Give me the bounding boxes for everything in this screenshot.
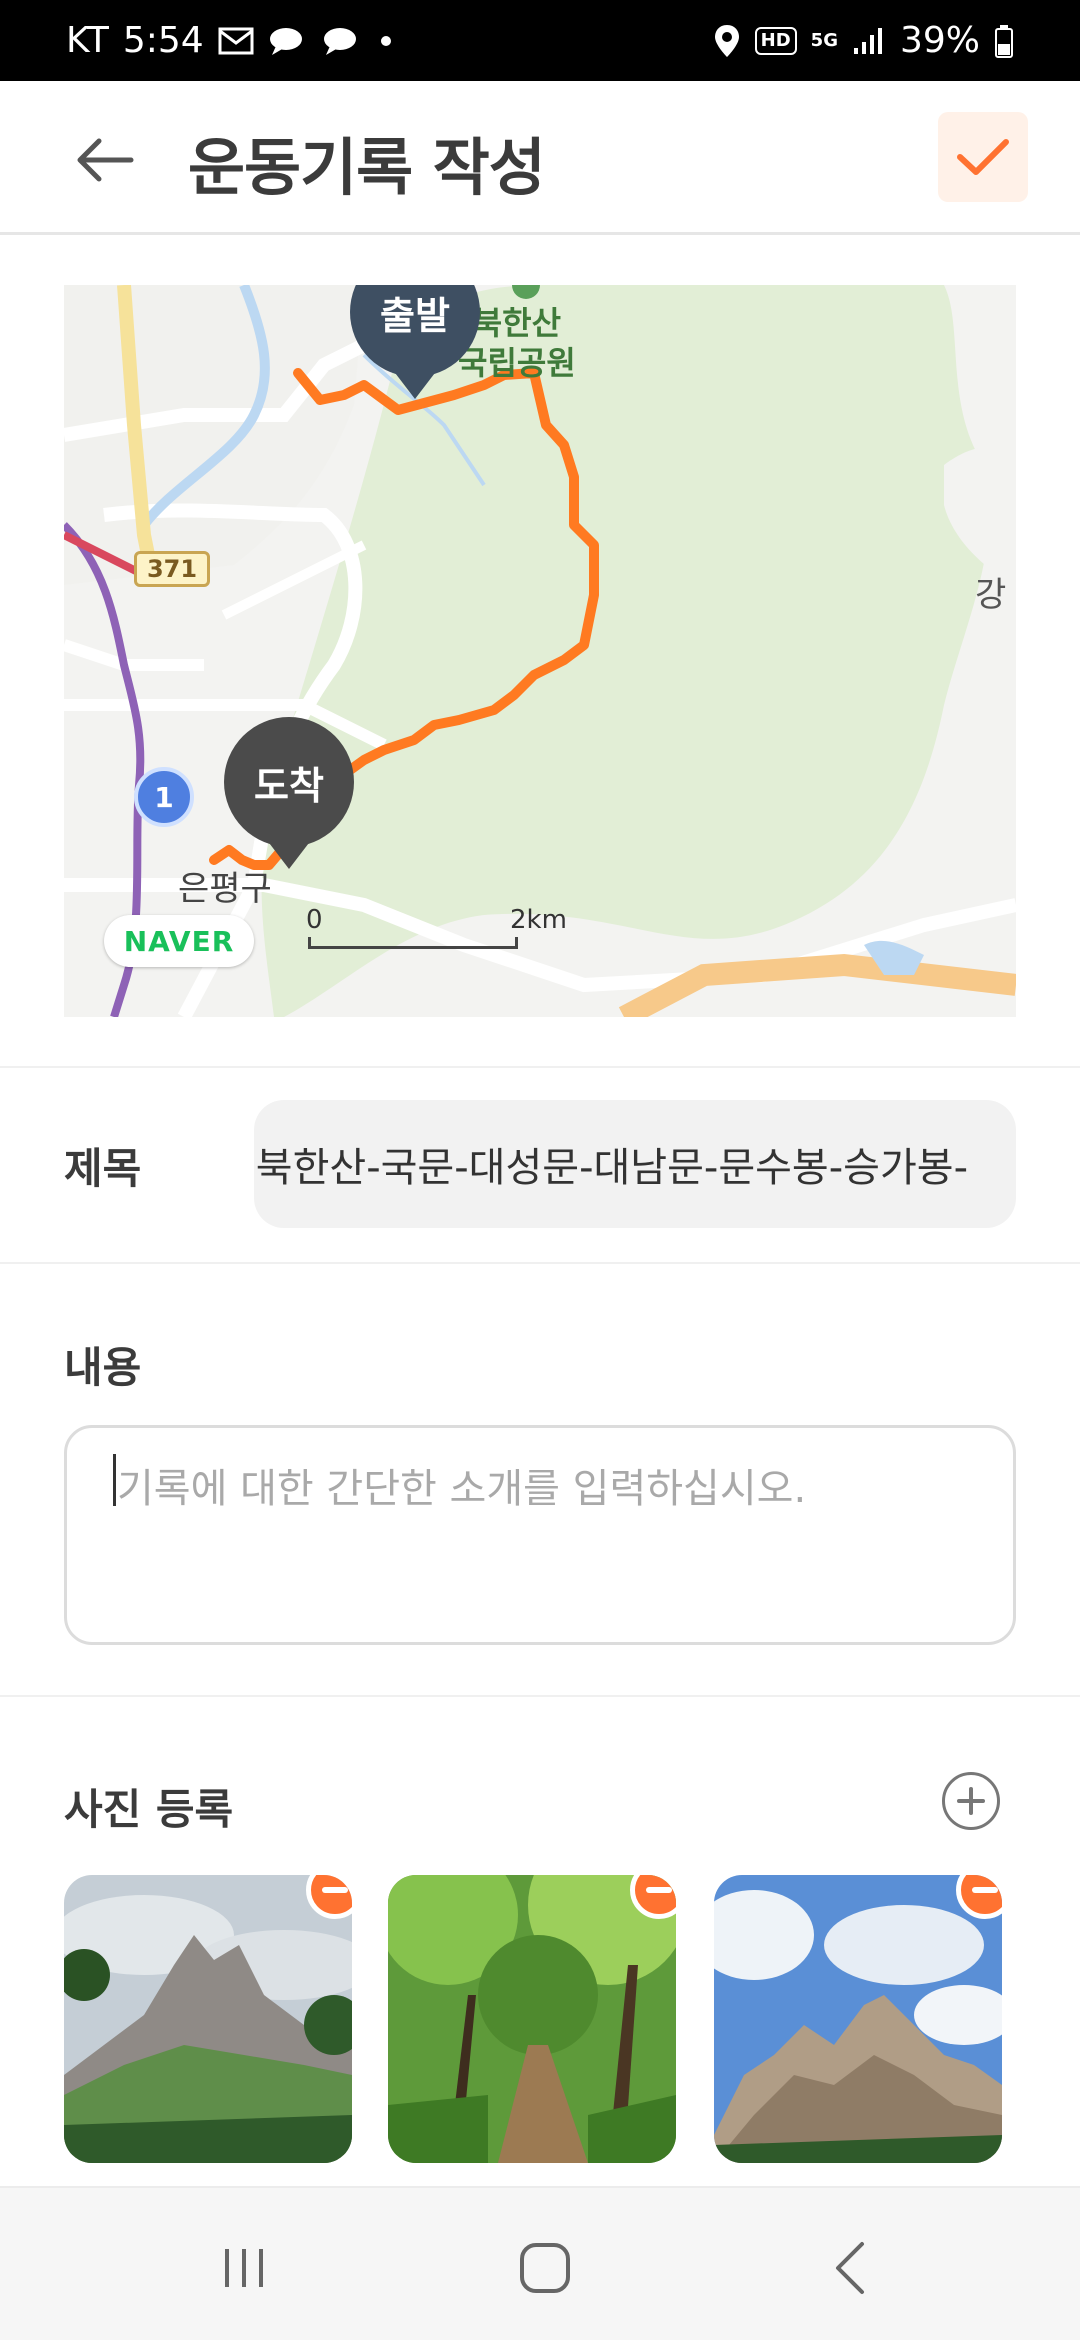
minus-icon — [972, 1887, 998, 1893]
naver-logo: NAVER — [104, 915, 254, 967]
mail-icon — [218, 27, 254, 55]
home-icon — [520, 2243, 570, 2293]
forest-trail-photo[interactable] — [388, 1875, 676, 2163]
carrier: KT — [66, 20, 109, 61]
text-cursor — [113, 1454, 116, 1506]
road-sign-371: 371 — [134, 551, 210, 587]
chat-bubble-icon — [268, 26, 308, 56]
divider — [0, 1695, 1080, 1697]
checkmark-icon — [957, 139, 1009, 175]
back-icon — [836, 2242, 864, 2294]
content-textarea[interactable]: 기록에 대한 간단한 소개를 입력하십시오. — [64, 1425, 1016, 1645]
arrow-left-icon — [77, 138, 134, 182]
map-scale: 0 2km — [306, 905, 567, 957]
title-input[interactable]: 북한산-국문-대성문-대남문-문수봉-승가봉- — [254, 1100, 1016, 1228]
plus-icon — [957, 1787, 985, 1815]
photos-label: 사진 등록 — [64, 1785, 234, 1834]
title-label: 제목 — [64, 1144, 142, 1193]
status-bar: KT 5:54 HD 5G 39% — [0, 0, 1080, 81]
battery-icon — [994, 24, 1014, 58]
mountain-peak-photo[interactable] — [64, 1875, 352, 2163]
title-input-value: 북한산-국문-대성문-대남문-문수봉-승가봉- — [255, 1145, 968, 1191]
rock-cliff-photo[interactable] — [714, 1875, 1002, 2163]
recent-apps-icon — [225, 2249, 263, 2287]
add-photo-button[interactable] — [942, 1772, 1000, 1830]
signal-icon — [852, 26, 886, 56]
end-marker[interactable]: 도착 — [224, 717, 354, 847]
district-label: 은평구 — [178, 869, 272, 909]
chat-bubble-icon — [322, 26, 362, 56]
content-label: 내용 — [64, 1343, 142, 1392]
road-sign-1: 1 — [134, 767, 194, 827]
dot-icon — [376, 31, 396, 51]
back-button[interactable] — [70, 125, 140, 195]
divider — [0, 1262, 1080, 1264]
system-nav-bar — [0, 2186, 1080, 2340]
hd-voice-icon: HD — [754, 26, 797, 55]
5g-icon: 5G — [810, 29, 838, 51]
battery-percent: 39% — [899, 20, 980, 61]
home-button[interactable] — [505, 2228, 585, 2308]
minus-icon — [646, 1887, 672, 1893]
minus-icon — [322, 1887, 348, 1893]
recent-apps-button[interactable] — [204, 2228, 284, 2308]
save-button[interactable] — [938, 112, 1028, 202]
location-icon — [713, 23, 741, 59]
divider — [0, 1066, 1080, 1068]
app-bar: 운동기록 작성 — [0, 81, 1080, 235]
photo-list — [64, 1875, 1016, 2163]
content-placeholder: 기록에 대한 간단한 소개를 입력하십시오. — [117, 1466, 807, 1512]
route-map[interactable]: 북한산 국립공원 강 은평구 371 1 출발 도착 NAVER 0 2km — [64, 285, 1016, 1017]
edge-map-label: 강 — [975, 575, 1007, 615]
nav-back-button[interactable] — [810, 2228, 890, 2308]
scale-start: 0 — [306, 905, 323, 935]
clock: 5:54 — [122, 20, 204, 61]
page-title: 운동기록 작성 — [188, 131, 546, 204]
scale-end: 2km — [510, 905, 567, 935]
